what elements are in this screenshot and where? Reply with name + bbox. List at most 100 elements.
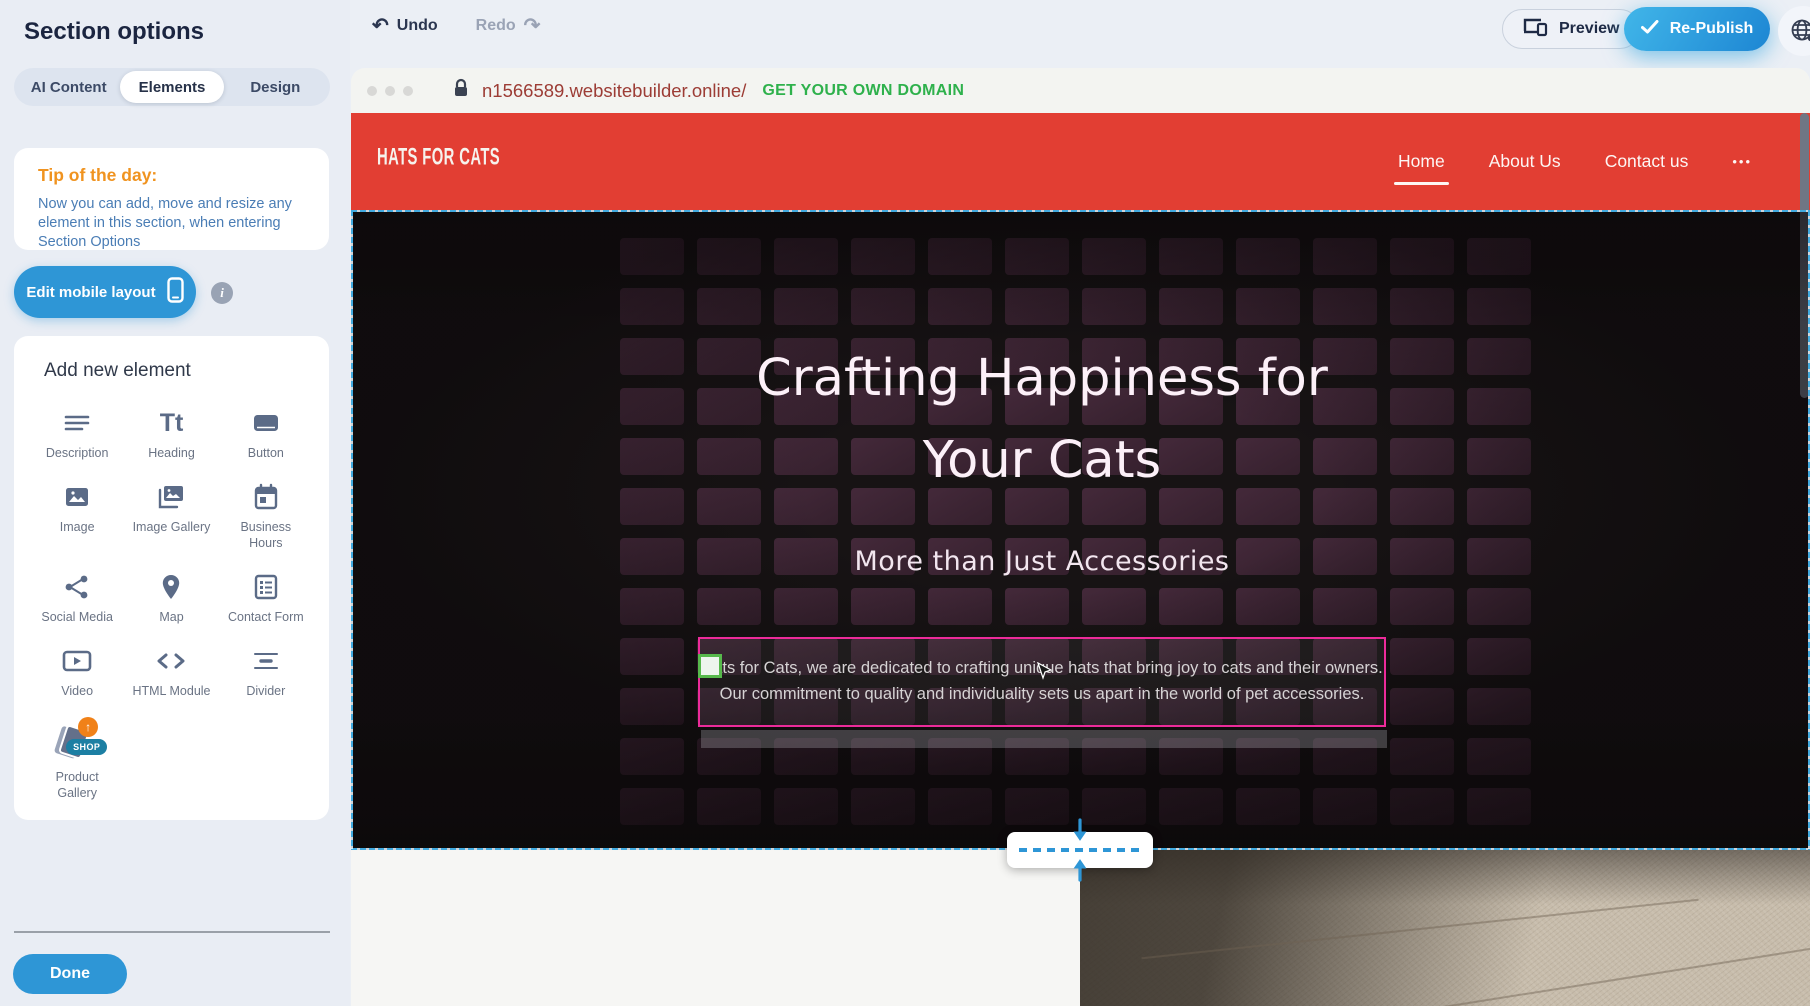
element-button[interactable]: Button: [219, 396, 313, 470]
hero-section[interactable]: Crafting Happiness for Your Cats More th…: [351, 210, 1810, 850]
element-product-gallery[interactable]: ↑ SHOP Product Gallery: [30, 708, 124, 810]
hero-tile: [697, 238, 761, 275]
edit-mobile-label: Edit mobile layout: [26, 284, 155, 301]
element-label: Divider: [246, 683, 285, 699]
hero-tile: [774, 588, 838, 625]
hero-tile: [1467, 788, 1531, 825]
element-business-hours[interactable]: Business Hours: [219, 470, 313, 560]
hero-heading[interactable]: Crafting Happiness for Your Cats: [587, 338, 1497, 502]
element-grid: Description Tt Heading Button Image Imag…: [14, 386, 329, 810]
hero-tile: [928, 588, 992, 625]
hero-tile: [1005, 588, 1069, 625]
element-label: Contact Form: [228, 609, 304, 625]
hero-tile: [1390, 638, 1454, 675]
element-html-module[interactable]: HTML Module: [124, 634, 218, 708]
hero-tile: [1082, 588, 1146, 625]
tip-of-the-day-card: Tip of the day: Now you can add, move an…: [14, 148, 329, 250]
hero-tile: [1236, 788, 1300, 825]
hero-subheading[interactable]: More than Just Accessories: [587, 546, 1497, 577]
info-icon[interactable]: i: [211, 282, 233, 304]
tab-ai-content[interactable]: AI Content: [17, 71, 120, 103]
republish-label: Re-Publish: [1670, 20, 1754, 38]
element-contact-form[interactable]: Contact Form: [219, 560, 313, 634]
hero-tile: [1390, 688, 1454, 725]
element-image[interactable]: Image: [30, 470, 124, 560]
check-icon: [1641, 20, 1659, 39]
element-label: Image Gallery: [133, 519, 211, 535]
pavement-photo: [1080, 850, 1810, 1006]
hero-heading-line1: Crafting Happiness for: [587, 338, 1497, 420]
globe-icon[interactable]: [1778, 6, 1810, 56]
hero-tile: [1159, 238, 1223, 275]
hero-tile: [697, 588, 761, 625]
mouse-cursor: [1037, 662, 1052, 687]
hero-tile: [1467, 288, 1531, 325]
site-logo[interactable]: HATS FOR CATS: [377, 144, 500, 172]
element-video[interactable]: Video: [30, 634, 124, 708]
url-text[interactable]: n1566589.websitebuilder.online/: [482, 80, 746, 102]
element-label: Map: [159, 609, 183, 625]
hover-highlight-bar: [701, 730, 1387, 748]
preview-button[interactable]: Preview: [1502, 9, 1640, 49]
hero-tile: [1313, 238, 1377, 275]
hero-tile: [928, 288, 992, 325]
hero-tile: [851, 238, 915, 275]
element-label: Social Media: [41, 609, 113, 625]
description-icon: [62, 409, 92, 437]
undo-button[interactable]: ↶ Undo: [372, 16, 438, 36]
video-icon: [61, 647, 93, 675]
hero-tile: [620, 638, 684, 675]
tab-design[interactable]: Design: [224, 71, 327, 103]
section-border-top: [351, 210, 1810, 212]
image-icon: [62, 483, 92, 511]
hero-tile: [1005, 288, 1069, 325]
element-label: HTML Module: [132, 683, 210, 699]
hero-tile: [1467, 638, 1531, 675]
pavement-seam: [1141, 899, 1698, 960]
hero-tile: [1313, 788, 1377, 825]
nav-about-us[interactable]: About Us: [1489, 151, 1561, 172]
hero-tile: [851, 788, 915, 825]
element-label: Description: [46, 445, 109, 461]
redo-button[interactable]: Redo ↷: [476, 16, 541, 36]
get-domain-link[interactable]: GET YOUR OWN DOMAIN: [762, 82, 964, 100]
edit-mobile-layout-button[interactable]: Edit mobile layout: [14, 266, 196, 318]
tab-elements[interactable]: Elements: [120, 71, 223, 103]
hero-tile: [1236, 588, 1300, 625]
hero-tile: [774, 288, 838, 325]
section-resize-widget[interactable]: [1007, 832, 1153, 868]
product-gallery-icon: ↑ SHOP: [54, 721, 100, 761]
hero-tile: [620, 688, 684, 725]
hero-tile: [620, 588, 684, 625]
hero-tile: [697, 788, 761, 825]
nav-home[interactable]: Home: [1398, 151, 1445, 172]
hero-tile: [1390, 738, 1454, 775]
selection-resize-handle[interactable]: [698, 654, 722, 678]
nav-more-button[interactable]: •••: [1732, 154, 1752, 169]
hero-tile: [1082, 788, 1146, 825]
hero-tile: [774, 788, 838, 825]
section-border-left: [351, 210, 353, 850]
republish-button[interactable]: Re-Publish: [1624, 7, 1770, 51]
hero-tile: [620, 288, 684, 325]
hero-tile: [851, 588, 915, 625]
window-dots: [367, 86, 413, 96]
element-map[interactable]: Map: [124, 560, 218, 634]
done-button[interactable]: Done: [13, 954, 127, 994]
site-nav: Home About Us Contact us •••: [1398, 113, 1752, 210]
element-heading[interactable]: Tt Heading: [124, 396, 218, 470]
collapse-arrows-icon: [1069, 818, 1091, 887]
element-image-gallery[interactable]: Image Gallery: [124, 470, 218, 560]
element-description[interactable]: Description: [30, 396, 124, 470]
page-title: Section options: [24, 18, 204, 46]
section-options-panel: Section options AI Content Elements Desi…: [0, 0, 350, 1006]
devices-icon: [1523, 17, 1549, 42]
element-label: Button: [248, 445, 284, 461]
element-social-media[interactable]: Social Media: [30, 560, 124, 634]
image-gallery-icon: [155, 483, 187, 511]
history-controls: ↶ Undo Redo ↷: [372, 16, 540, 36]
nav-contact-us[interactable]: Contact us: [1605, 151, 1689, 172]
heading-icon: Tt: [160, 409, 184, 437]
element-divider[interactable]: Divider: [219, 634, 313, 708]
phone-icon: [167, 277, 184, 307]
